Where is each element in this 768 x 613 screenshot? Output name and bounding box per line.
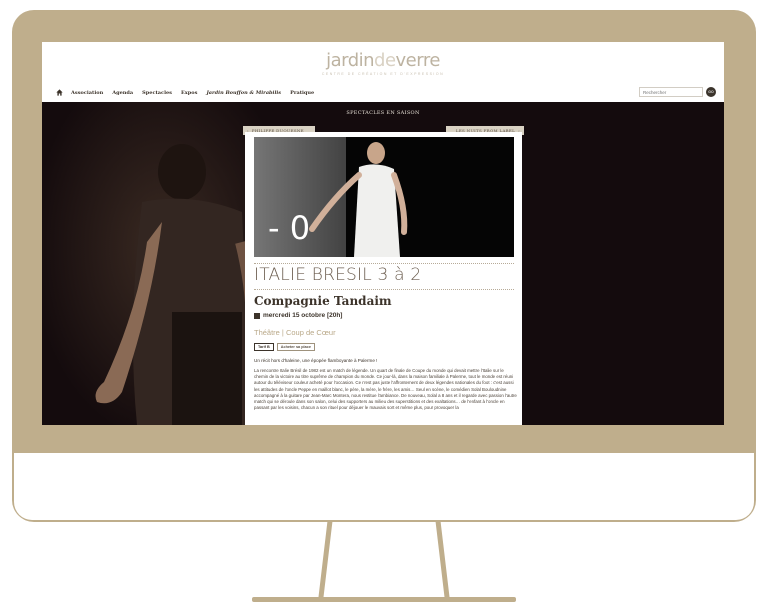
nav-item-pratique[interactable]: Pratique [290,90,314,96]
site-logo[interactable]: jardindeverre [42,50,724,71]
section-title: SPECTACLES EN SAISON [346,110,420,116]
nav-item-jardin-bouffon[interactable]: Jardin Bouffon & Mirabilis [206,90,281,96]
search-input[interactable] [639,87,703,97]
hero-section: SPECTACLES EN SAISON ‹ PHILIPPE DUQUESNE… [42,102,724,425]
divider-bottom [254,289,514,290]
nav-item-expos[interactable]: Expos [181,90,197,96]
company-name: Compagnie Tandaim [254,294,392,308]
search-bar: GO [639,87,716,97]
buy-ticket-button[interactable]: Acheter sa place [276,343,315,351]
show-genre[interactable]: Théâtre | Coup de Cœur [254,328,336,337]
nav-item-association[interactable]: Association [71,90,103,96]
show-card: - 0 ITALIE BRESIL 3 à 2 Compagnie Tandai… [245,132,522,425]
nav-item-agenda[interactable]: Agenda [112,90,133,96]
divider-top [254,263,514,264]
ticket-badges: Tarif B Acheter sa place [254,343,318,351]
logo-text-verre: verre [395,50,441,71]
nav-item-spectacles[interactable]: Spectacles [142,90,172,96]
monitor-chin [14,453,754,520]
show-lead: Un récit hors d'haleine, une épopée flam… [254,358,378,363]
search-button[interactable]: GO [706,87,716,97]
calendar-icon [254,312,260,319]
monitor-stand-base [252,597,516,602]
tarif-badge: Tarif B [254,343,274,351]
home-icon[interactable] [56,89,63,96]
logo-tagline: CENTRE DE CRÉATION ET D'EXPRESSION [321,72,445,76]
show-photo: - 0 [254,137,514,257]
show-date: mercredi 15 octobre [20h] [263,312,343,319]
logo-text-de: de [374,50,396,71]
logo-text-jardin: jardin [326,50,375,71]
monitor-stand [318,521,450,600]
main-nav: Association Agenda Spectacles Expos Jard… [56,89,323,96]
photo-score-text: - 0 [268,209,310,247]
hero-background-photo [42,102,262,425]
show-title: ITALIE BRESIL 3 à 2 [254,265,422,285]
browser-screen: jardindeverre CENTRE DE CRÉATION ET D'EX… [42,42,724,425]
show-description: La rencontre Italie Brésil de 1982 est u… [254,368,517,411]
show-date-row: mercredi 15 octobre [20h] [254,312,342,319]
